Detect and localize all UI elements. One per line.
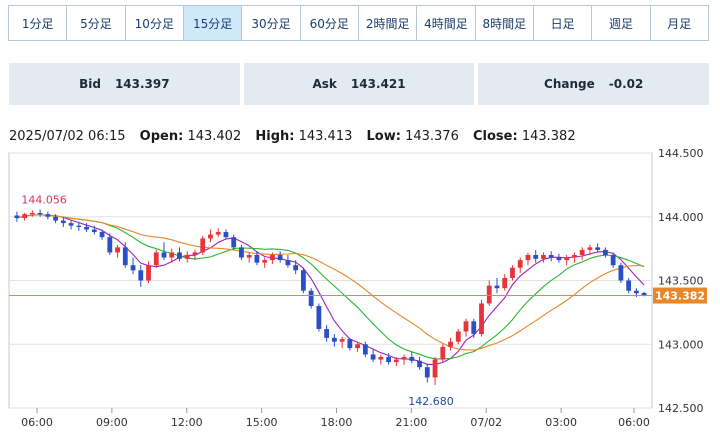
candle-body xyxy=(91,229,97,233)
candle-body xyxy=(177,252,182,259)
candle-body xyxy=(587,247,593,250)
candle-body xyxy=(146,265,151,281)
candle-body xyxy=(479,303,484,335)
candle-body xyxy=(633,290,639,294)
candle-body xyxy=(262,260,268,263)
candle-body xyxy=(37,212,43,215)
candle-body xyxy=(595,247,601,250)
candle-body xyxy=(161,252,167,258)
candle-body xyxy=(200,238,206,253)
candle-body xyxy=(22,214,28,219)
candle-body xyxy=(610,255,616,266)
candle-body xyxy=(324,328,330,338)
x-tick-label: 15:00 xyxy=(246,416,278,429)
candle-body xyxy=(153,252,159,266)
candle-body xyxy=(169,252,175,258)
candle-body xyxy=(246,255,252,258)
candle-body xyxy=(502,277,508,289)
candle-body xyxy=(424,367,430,378)
candle-body xyxy=(130,265,136,271)
x-tick-label: 18:00 xyxy=(321,416,353,429)
candle-body xyxy=(386,357,391,363)
candle-body xyxy=(556,257,562,261)
candle-body xyxy=(355,344,361,349)
candle-body xyxy=(409,357,415,361)
current-price-label: 143.382 xyxy=(655,290,705,303)
candle-body xyxy=(494,285,500,289)
candle-body xyxy=(138,270,144,281)
candle-body xyxy=(572,255,577,258)
candle-body xyxy=(277,255,283,261)
candle-body xyxy=(14,215,20,219)
candle-body xyxy=(53,216,58,221)
candle-body xyxy=(68,223,74,226)
candle-body xyxy=(533,255,539,259)
candle-body xyxy=(541,255,546,259)
candle-body xyxy=(223,232,229,238)
candle-body xyxy=(84,226,89,230)
candle-body xyxy=(579,249,585,255)
candle-body xyxy=(393,359,399,363)
candle-body xyxy=(300,270,306,291)
candle-body xyxy=(347,339,353,349)
candle-body xyxy=(486,285,492,304)
candle-body xyxy=(107,237,113,253)
candle-body xyxy=(115,247,120,253)
low-annotation: 142.680 xyxy=(408,395,454,408)
candle-body xyxy=(603,249,608,255)
candle-body xyxy=(239,247,244,258)
candle-body xyxy=(548,255,554,258)
candle-body xyxy=(270,255,275,261)
candle-body xyxy=(370,354,376,360)
candle-body xyxy=(122,247,128,266)
candle-body xyxy=(378,357,384,360)
y-tick-label: 143.500 xyxy=(658,275,704,288)
x-tick-label: 06:00 xyxy=(21,416,53,429)
candle-body xyxy=(316,306,322,329)
candle-body xyxy=(45,214,51,217)
high-annotation: 144.056 xyxy=(21,194,67,207)
candle-body xyxy=(184,255,190,259)
candle-body xyxy=(254,255,260,263)
candle-body xyxy=(308,290,314,306)
candle-body xyxy=(339,339,345,342)
candle-body xyxy=(440,346,446,360)
candle-body xyxy=(285,260,291,266)
candle-body xyxy=(331,337,337,342)
candle-body xyxy=(564,257,570,261)
candle-body xyxy=(432,359,438,378)
candle-body xyxy=(448,341,453,347)
candle-body xyxy=(362,344,368,355)
candle-body xyxy=(455,331,461,342)
x-tick-label: 12:00 xyxy=(171,416,203,429)
candle-body xyxy=(76,225,82,227)
candle-body xyxy=(231,237,237,248)
candle-body xyxy=(208,234,213,239)
candlestick-chart[interactable]: 144.500 144.000 143.500 143.000 142.500 06:00… xyxy=(0,0,720,432)
candle-body xyxy=(517,260,523,268)
x-tick-label: 07/02 xyxy=(470,416,502,429)
candle-body xyxy=(510,267,515,278)
x-tick-label: 06:00 xyxy=(618,416,650,429)
y-tick-label: 144.000 xyxy=(658,211,704,224)
candle-body xyxy=(29,212,35,215)
y-tick-label: 142.500 xyxy=(658,402,704,415)
candle-body xyxy=(626,280,632,291)
candle-body xyxy=(215,232,221,235)
candle-body xyxy=(293,265,299,271)
x-tick-label: 21:00 xyxy=(396,416,428,429)
candle-body xyxy=(471,321,477,335)
x-tick-label: 03:00 xyxy=(545,416,577,429)
candle-body xyxy=(618,265,624,281)
candle-body xyxy=(192,252,198,255)
candle-body xyxy=(99,232,105,238)
x-tick-label: 09:00 xyxy=(96,416,128,429)
y-tick-label: 143.000 xyxy=(658,338,704,351)
candle-body xyxy=(417,360,422,368)
candle-body xyxy=(401,357,407,360)
candle-body xyxy=(463,321,469,332)
candle-body xyxy=(60,220,66,224)
y-tick-label: 144.500 xyxy=(658,147,704,160)
candle-body xyxy=(525,255,531,261)
